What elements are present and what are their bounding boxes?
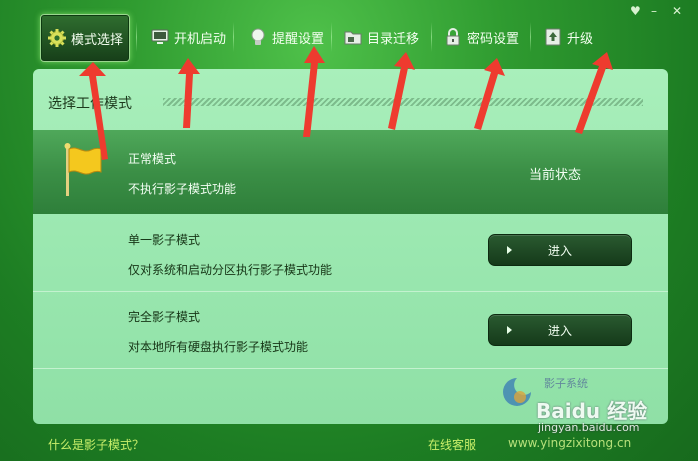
annotation-arrow xyxy=(575,52,613,134)
annotation-arrows xyxy=(79,46,613,160)
annotation-arrow xyxy=(178,58,200,128)
annotation-arrow xyxy=(474,58,505,130)
annotation-arrow xyxy=(79,62,108,160)
app-window: ♥ – ✕ 模式选择 开机启动 提醒设置 目录迁移 密码设置 升级 选择工作模式… xyxy=(0,0,698,461)
annotation-arrow xyxy=(303,46,325,137)
annotation-arrow xyxy=(388,52,415,130)
